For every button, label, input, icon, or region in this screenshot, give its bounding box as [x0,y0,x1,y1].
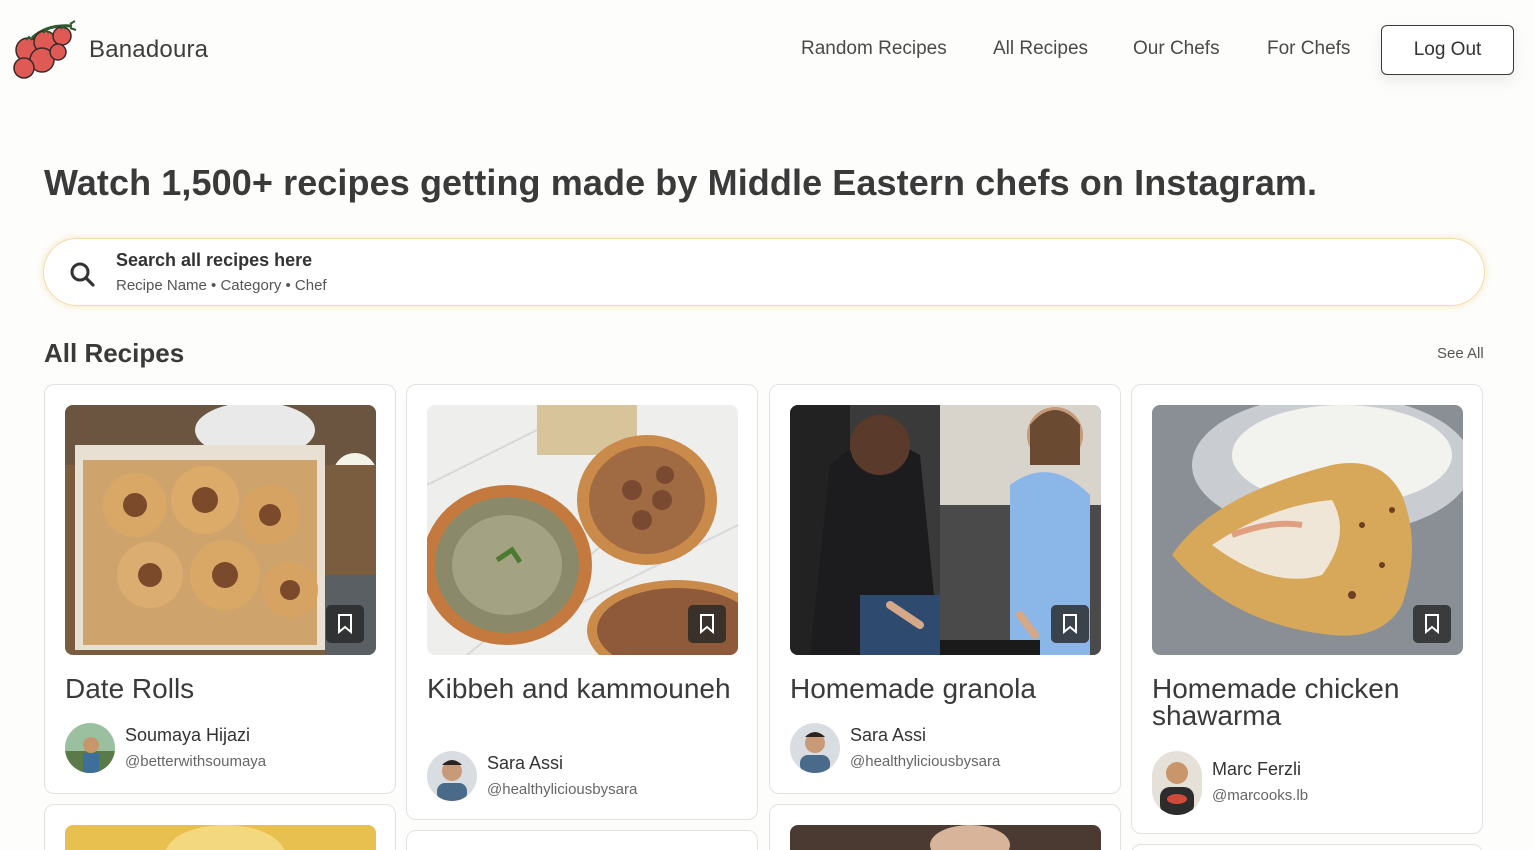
avatar [427,751,477,801]
recipe-image[interactable] [427,405,738,655]
chef-handle: @healthyliciousbysara [487,781,638,798]
search-bar[interactable]: Search all recipes here Recipe Name • Ca… [43,238,1485,306]
avatar [1152,751,1202,815]
recipe-image[interactable] [65,405,376,655]
chef-name: Sara Assi [850,725,927,745]
tomato-vine-icon[interactable] [12,20,78,80]
avatar [790,723,840,773]
recipe-card[interactable]: Homemade granola Sara Assi @healthylicio… [769,384,1121,794]
page-headline: Watch 1,500+ recipes getting made by Mid… [44,162,1318,203]
search-title: Search all recipes here [116,250,313,270]
nav-for-chefs[interactable]: For Chefs [1267,38,1350,60]
recipe-card[interactable] [769,804,1121,850]
recipe-title[interactable]: Homemade chicken shawarma [1152,675,1472,730]
chef-info[interactable]: Marc Ferzli @marcooks.lb [1152,751,1472,815]
chef-name: Soumaya Hijazi [125,725,251,745]
recipe-card[interactable]: Kibbeh and kammouneh Sara Assi @healthyl… [406,384,758,820]
bookmark-icon[interactable] [1051,605,1089,643]
nav-random-recipes[interactable]: Random Recipes [801,38,947,60]
recipe-title[interactable]: Kibbeh and kammouneh [427,675,747,703]
recipe-image[interactable] [790,825,1101,850]
recipe-card[interactable]: Homemade chicken shawarma Marc Ferzli @m… [1131,384,1483,834]
chef-name: Marc Ferzli [1212,759,1301,779]
chef-info[interactable]: Sara Assi @healthyliciousbysara [427,751,747,801]
chef-info[interactable]: Sara Assi @healthyliciousbysara [790,723,1110,773]
brand-name[interactable]: Banadoura [89,36,208,64]
chef-handle: @betterwithsoumaya [125,753,267,770]
nav-all-recipes[interactable]: All Recipes [993,38,1088,60]
chef-handle: @healthyliciousbysara [850,753,1001,770]
recipe-card[interactable] [1131,844,1483,850]
recipe-image[interactable] [1152,405,1463,655]
section-title: All Recipes [44,338,185,368]
see-all-link[interactable]: See All [1437,345,1484,362]
recipe-title[interactable]: Homemade granola [790,675,1110,703]
recipe-card[interactable] [44,804,396,850]
recipe-image[interactable] [65,825,376,850]
bookmark-icon[interactable] [326,605,364,643]
top-navbar: Banadoura Random Recipes All Recipes Our… [0,0,1534,100]
logout-button[interactable]: Log Out [1381,25,1514,75]
bookmark-icon[interactable] [688,605,726,643]
chef-info[interactable]: Soumaya Hijazi @betterwithsoumaya [65,723,385,773]
bookmark-icon[interactable] [1413,605,1451,643]
chef-name: Sara Assi [487,753,564,773]
search-subtitle: Recipe Name • Category • Chef [116,277,327,294]
recipe-title[interactable]: Date Rolls [65,675,385,703]
recipe-image[interactable] [790,405,1101,655]
recipe-card[interactable]: Date Rolls Soumaya Hijazi @betterwithsou… [44,384,396,794]
avatar [65,723,115,773]
nav-our-chefs[interactable]: Our Chefs [1133,38,1220,60]
recipe-card[interactable] [406,830,758,850]
chef-handle: @marcooks.lb [1212,787,1309,804]
search-icon [69,261,95,287]
